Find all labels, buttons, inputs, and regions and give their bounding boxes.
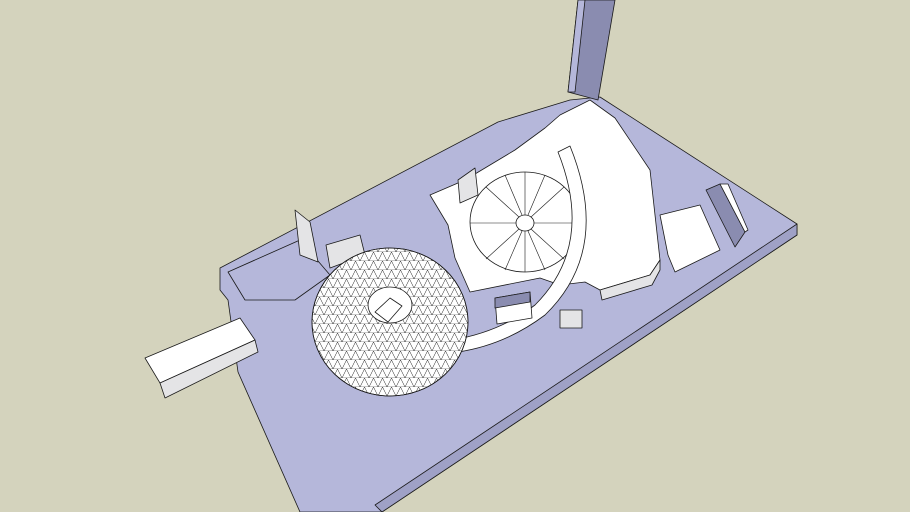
block-east [559, 309, 583, 329]
3d-model-viewport[interactable] [0, 0, 910, 512]
rotunda-center [515, 214, 535, 232]
